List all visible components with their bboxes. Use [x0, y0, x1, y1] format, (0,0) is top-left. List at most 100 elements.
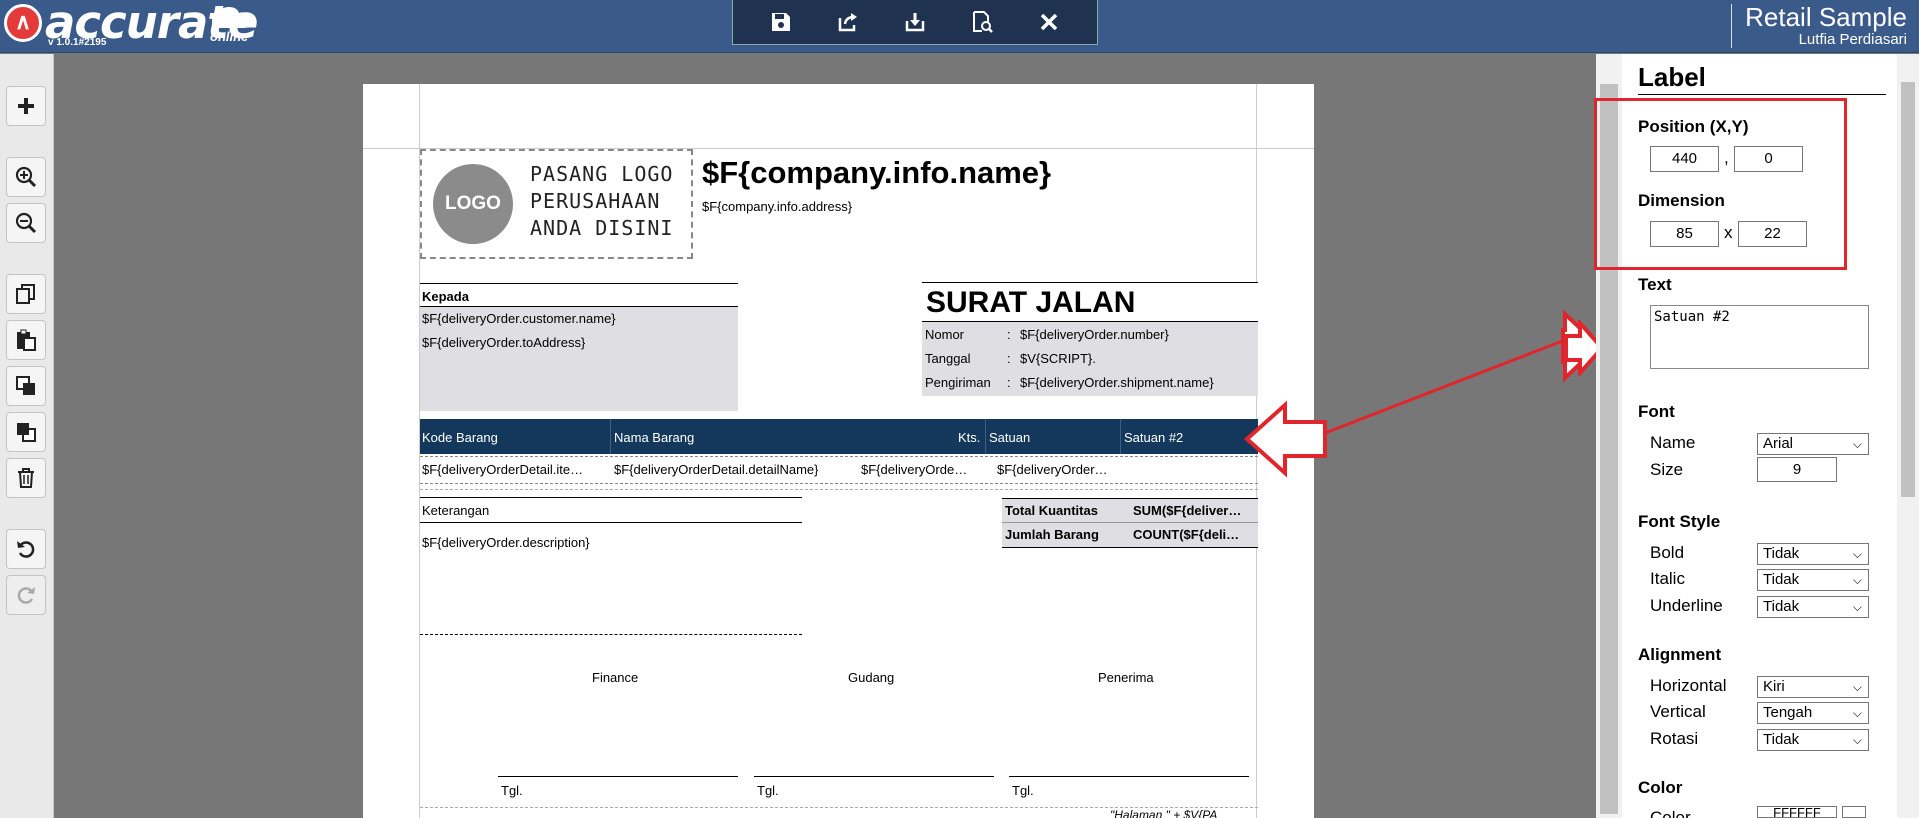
horizontal-value: Kiri	[1763, 678, 1785, 695]
panel-title-rule	[1638, 94, 1886, 95]
company-address-field[interactable]: $F{company.info.address}	[702, 199, 852, 214]
text-textarea[interactable]: Satuan #2	[1650, 305, 1869, 369]
note-label[interactable]: Keterangan	[422, 503, 489, 518]
app-version: v 1.0.1#2195	[48, 37, 107, 48]
column-header[interactable]: Kode Barang	[422, 430, 498, 445]
dimension-height-input[interactable]: 22	[1738, 221, 1807, 247]
bring-front-icon[interactable]	[6, 366, 46, 406]
info-label[interactable]: Tanggal	[925, 351, 971, 366]
date-label[interactable]: Tgl.	[757, 783, 779, 798]
font-name-select[interactable]: Arial ⌵	[1757, 433, 1869, 455]
preview-icon[interactable]	[960, 6, 1004, 38]
color-label: Color	[1650, 808, 1691, 818]
underline-value: Tidak	[1763, 598, 1800, 615]
column-header-selected[interactable]: Satuan #2	[1124, 430, 1183, 445]
column-header[interactable]: Kts.	[958, 430, 980, 445]
horizontal-select[interactable]: Kiri ⌵	[1757, 676, 1869, 698]
position-x-input[interactable]: 440	[1650, 146, 1719, 172]
rotasi-select[interactable]: Tidak ⌵	[1757, 729, 1869, 751]
rotasi-value: Tidak	[1763, 731, 1800, 748]
panel-scrollbar[interactable]	[1897, 54, 1919, 818]
font-size-input[interactable]: 9	[1757, 457, 1837, 482]
export-icon[interactable]	[826, 6, 870, 38]
page-footer-field[interactable]: "Halaman " + $V{PA	[1110, 808, 1217, 818]
column-divider	[610, 419, 611, 454]
total-value[interactable]: COUNT($F{deli…	[1133, 527, 1257, 542]
italic-select[interactable]: Tidak ⌵	[1757, 569, 1869, 591]
recipient-label[interactable]: Kepada	[422, 289, 469, 304]
logo-text-line: ANDA DISINI	[530, 216, 674, 240]
position-label: Position (X,Y)	[1638, 117, 1749, 136]
zoom-out-icon[interactable]	[6, 203, 46, 243]
vertical-select[interactable]: Tengah ⌵	[1757, 702, 1869, 724]
vertical-label: Vertical	[1650, 702, 1706, 721]
signature-line	[754, 776, 994, 777]
redo-icon[interactable]	[6, 575, 46, 615]
font-style-label: Font Style	[1638, 512, 1721, 531]
chevron-down-icon: ⌵	[1852, 547, 1862, 561]
paste-icon[interactable]	[6, 320, 46, 360]
row-cell[interactable]: $F{deliveryOrde…	[861, 462, 989, 477]
import-icon[interactable]	[893, 6, 937, 38]
signature-line	[1009, 776, 1249, 777]
close-icon[interactable]	[1027, 6, 1071, 38]
logo-text-line: PASANG LOGO	[530, 162, 674, 186]
signature-line	[498, 776, 738, 777]
note-value[interactable]: $F{deliveryOrder.description}	[422, 535, 590, 550]
note-bottom-line	[420, 634, 802, 635]
row-cell[interactable]: $F{deliveryOrderDetail.ite…	[422, 462, 604, 477]
chevron-down-icon: ⌵	[1852, 573, 1862, 587]
position-y-input[interactable]: 0	[1734, 146, 1803, 172]
chevron-down-icon: ⌵	[1852, 680, 1862, 694]
customer-name-field[interactable]: $F{deliveryOrder.customer.name}	[422, 311, 616, 326]
row-cell[interactable]: $F{deliveryOrder…	[997, 462, 1122, 477]
info-value[interactable]: $F{deliveryOrder.number}	[1020, 327, 1169, 342]
info-sep: :	[1007, 351, 1011, 366]
info-label[interactable]: Pengiriman	[925, 375, 991, 390]
bold-select[interactable]: Tidak ⌵	[1757, 543, 1869, 565]
color-section-label: Color	[1638, 778, 1683, 797]
save-icon[interactable]	[759, 6, 803, 38]
total-label[interactable]: Total Kuantitas	[1005, 503, 1098, 518]
undo-icon[interactable]	[6, 529, 46, 569]
row-cell[interactable]: $F{deliveryOrderDetail.detailName}	[614, 462, 818, 477]
info-label[interactable]: Nomor	[925, 327, 964, 342]
zoom-in-icon[interactable]	[6, 157, 46, 197]
total-value[interactable]: SUM($F{deliver…	[1133, 503, 1257, 518]
company-name: Retail Sample	[1745, 2, 1907, 32]
accurate-logo-icon: ∧	[4, 4, 42, 42]
text-label: Text	[1638, 275, 1672, 294]
delete-icon[interactable]	[6, 458, 46, 498]
document-title[interactable]: SURAT JALAN	[926, 286, 1135, 320]
underline-select[interactable]: Tidak ⌵	[1757, 596, 1869, 618]
brand-sub: online	[210, 29, 249, 44]
dimension-width-input[interactable]: 85	[1650, 221, 1719, 247]
font-size-label: Size	[1650, 460, 1684, 479]
date-label[interactable]: Tgl.	[501, 783, 523, 798]
column-header[interactable]: Nama Barang	[614, 430, 694, 445]
column-header[interactable]: Satuan	[989, 430, 1030, 445]
chevron-down-icon: ⌵	[1852, 437, 1862, 451]
logo-text: PASANG LOGO PERUSAHAAN ANDA DISINI	[530, 161, 673, 242]
color-picker-button[interactable]	[1842, 806, 1866, 818]
add-icon[interactable]	[6, 86, 46, 126]
left-toolbar	[0, 54, 54, 818]
copy-icon[interactable]	[6, 274, 46, 314]
date-label[interactable]: Tgl.	[1012, 783, 1034, 798]
user-name: Lutfia Perdiasari	[1798, 31, 1907, 48]
signature-label[interactable]: Finance	[592, 670, 638, 685]
total-label[interactable]: Jumlah Barang	[1005, 527, 1099, 542]
info-value[interactable]: $V{SCRIPT}.	[1020, 351, 1096, 366]
logo-text-line: PERUSAHAAN	[530, 189, 661, 213]
info-value[interactable]: $F{deliveryOrder.shipment.name}	[1020, 375, 1214, 390]
rotasi-label: Rotasi	[1650, 729, 1699, 748]
send-back-icon[interactable]	[6, 412, 46, 452]
to-address-field[interactable]: $F{deliveryOrder.toAddress}	[422, 335, 585, 350]
signature-label[interactable]: Penerima	[1098, 670, 1154, 685]
signature-label[interactable]: Gudang	[848, 670, 894, 685]
underline-label: Underline	[1650, 596, 1723, 615]
color-input[interactable]: FFFFFF	[1757, 806, 1837, 818]
company-name-field[interactable]: $F{company.info.name}	[702, 155, 1051, 191]
bold-value: Tidak	[1763, 545, 1800, 562]
row-separator	[420, 489, 1258, 490]
